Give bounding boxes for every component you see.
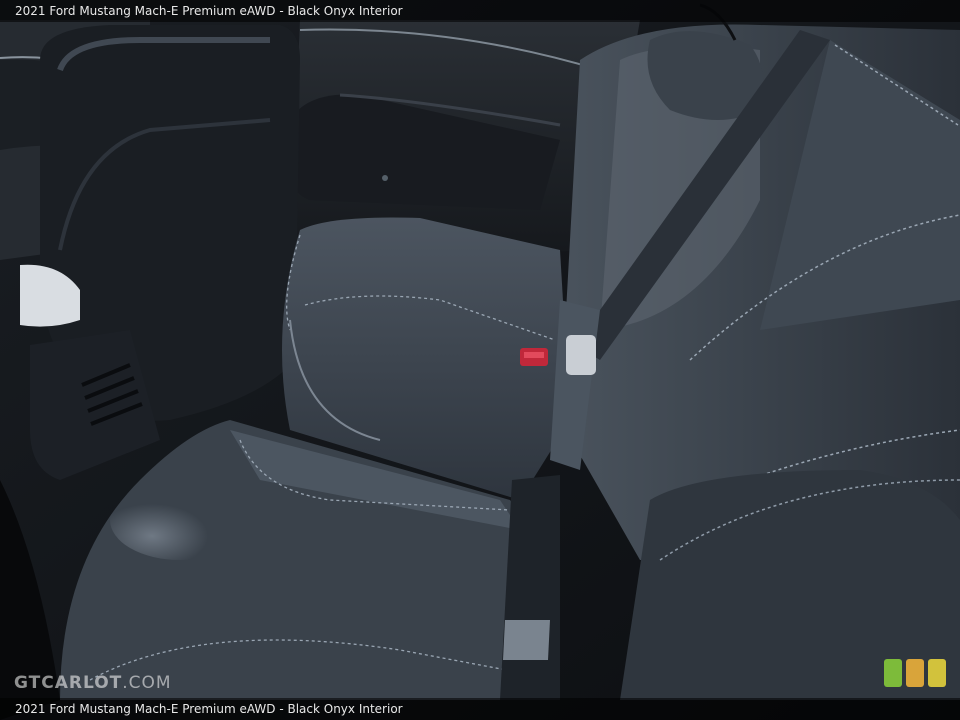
watermark-light: .COM (122, 673, 172, 693)
rear-seat-photo (0, 0, 960, 720)
photo-stage: 2021 Ford Mustang Mach-E Premium eAWD - … (0, 0, 960, 720)
rating-badge-icon (884, 659, 946, 687)
badge-green (884, 659, 902, 687)
badge-orange (906, 659, 924, 687)
caption-top: 2021 Ford Mustang Mach-E Premium eAWD - … (0, 0, 960, 22)
gtcarlot-watermark: GTCARLOT.COM (14, 673, 172, 693)
caption-bottom: 2021 Ford Mustang Mach-E Premium eAWD - … (0, 698, 960, 720)
badge-yellow (928, 659, 946, 687)
seatbelt-buckle-red (520, 348, 548, 366)
watermark-bold: GTCARLOT (14, 673, 123, 693)
